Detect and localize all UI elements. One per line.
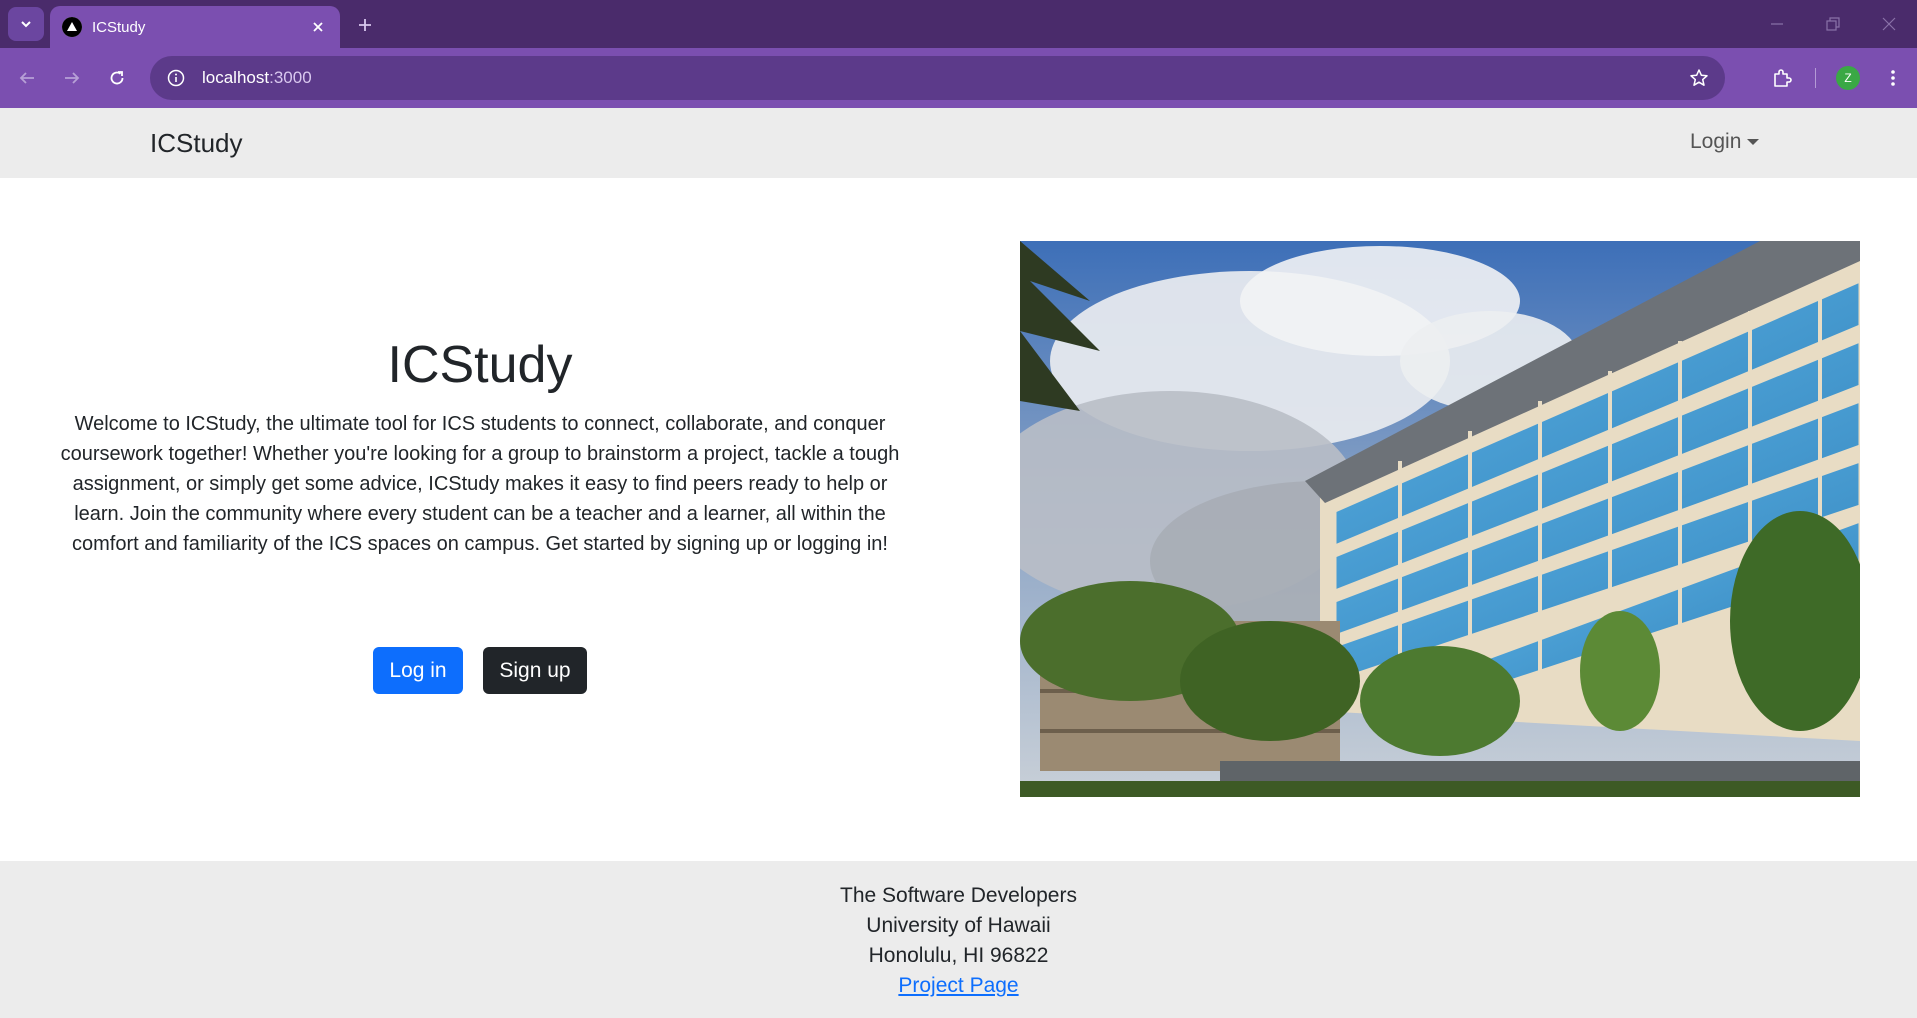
kebab-menu-icon[interactable] bbox=[1878, 61, 1908, 95]
login-dropdown[interactable]: Login bbox=[1690, 130, 1760, 154]
bookmark-star-icon[interactable] bbox=[1687, 66, 1711, 90]
browser-toolbar: localhost:3000 bbox=[0, 48, 1917, 108]
close-window-icon[interactable] bbox=[1874, 10, 1904, 38]
tab-close-icon[interactable] bbox=[308, 17, 328, 37]
signup-button[interactable]: Sign up bbox=[483, 647, 587, 694]
back-arrow-icon[interactable] bbox=[10, 61, 44, 95]
navbar-brand[interactable]: ICStudy bbox=[150, 128, 243, 159]
nextjs-favicon-icon bbox=[62, 17, 82, 37]
minimize-icon[interactable] bbox=[1762, 10, 1792, 38]
project-page-link[interactable]: Project Page bbox=[898, 974, 1018, 997]
tab-title: ICStudy bbox=[92, 18, 146, 36]
chevron-down-icon bbox=[21, 21, 31, 28]
footer-address: Honolulu, HI 96822 bbox=[868, 944, 1049, 967]
new-tab-icon[interactable] bbox=[352, 12, 378, 38]
site-info-icon[interactable] bbox=[164, 66, 188, 90]
profile-avatar[interactable]: Z bbox=[1836, 66, 1860, 90]
hero-text-section: ICStudy Welcome to ICStudy, the ultimate… bbox=[55, 335, 905, 694]
toolbar-divider bbox=[1815, 68, 1816, 88]
restore-icon[interactable] bbox=[1818, 10, 1848, 38]
address-bar[interactable]: localhost:3000 bbox=[150, 56, 1725, 100]
login-dropdown-label: Login bbox=[1690, 130, 1742, 153]
campus-building-image bbox=[1020, 241, 1860, 797]
site-footer: The Software Developers University of Ha… bbox=[0, 861, 1917, 1018]
reload-icon[interactable] bbox=[100, 61, 134, 95]
footer-university: University of Hawaii bbox=[866, 914, 1051, 937]
hero-buttons: Log in Sign up bbox=[55, 647, 905, 694]
hero-title: ICStudy bbox=[387, 336, 573, 394]
hero-description: Welcome to ICStudy, the ultimate tool fo… bbox=[60, 413, 900, 555]
browser-tab-active[interactable]: ICStudy bbox=[50, 6, 340, 48]
footer-company: The Software Developers bbox=[840, 884, 1077, 907]
extensions-puzzle-icon[interactable] bbox=[1765, 61, 1799, 95]
caret-down-icon bbox=[1747, 139, 1760, 145]
login-button[interactable]: Log in bbox=[373, 647, 463, 694]
forward-arrow-icon[interactable] bbox=[55, 61, 89, 95]
tab-search-button[interactable] bbox=[8, 7, 44, 41]
browser-tabstrip: ICStudy bbox=[0, 0, 1917, 48]
site-navbar: ICStudy Login bbox=[0, 108, 1917, 178]
url-text: localhost:3000 bbox=[202, 68, 312, 87]
